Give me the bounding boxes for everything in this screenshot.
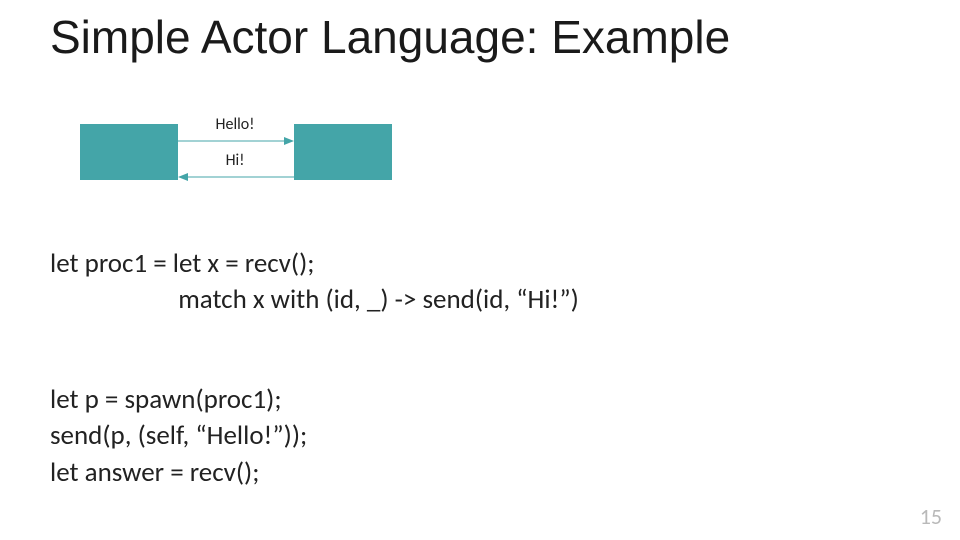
arrow-left-icon [178, 172, 294, 182]
actor-box-left [80, 124, 178, 180]
code-line: let p = spawn(proc1); [50, 383, 282, 416]
page-number: 15 [920, 503, 942, 530]
slide-title: Simple Actor Language: Example [50, 10, 730, 64]
code-line: let proc1 = let x = recv(); [50, 247, 314, 280]
actor-box-right [294, 124, 392, 180]
code-block-main: let p = spawn(proc1); send(p, (self, “He… [50, 382, 307, 491]
actor-diagram: Hello! Hi! [80, 118, 410, 204]
message-label-hi: Hi! [180, 151, 290, 170]
message-label-hello: Hello! [180, 115, 290, 134]
arrow-right-icon [178, 136, 294, 146]
code-line: match x with (id, _) -> send(id, “Hi!”) [178, 283, 579, 316]
code-line: let answer = recv(); [50, 456, 259, 489]
code-block-proc1: let proc1 = let x = recv(); match x with… [50, 246, 579, 319]
code-indent [50, 282, 178, 318]
code-line: send(p, (self, “Hello!”)); [50, 419, 307, 452]
